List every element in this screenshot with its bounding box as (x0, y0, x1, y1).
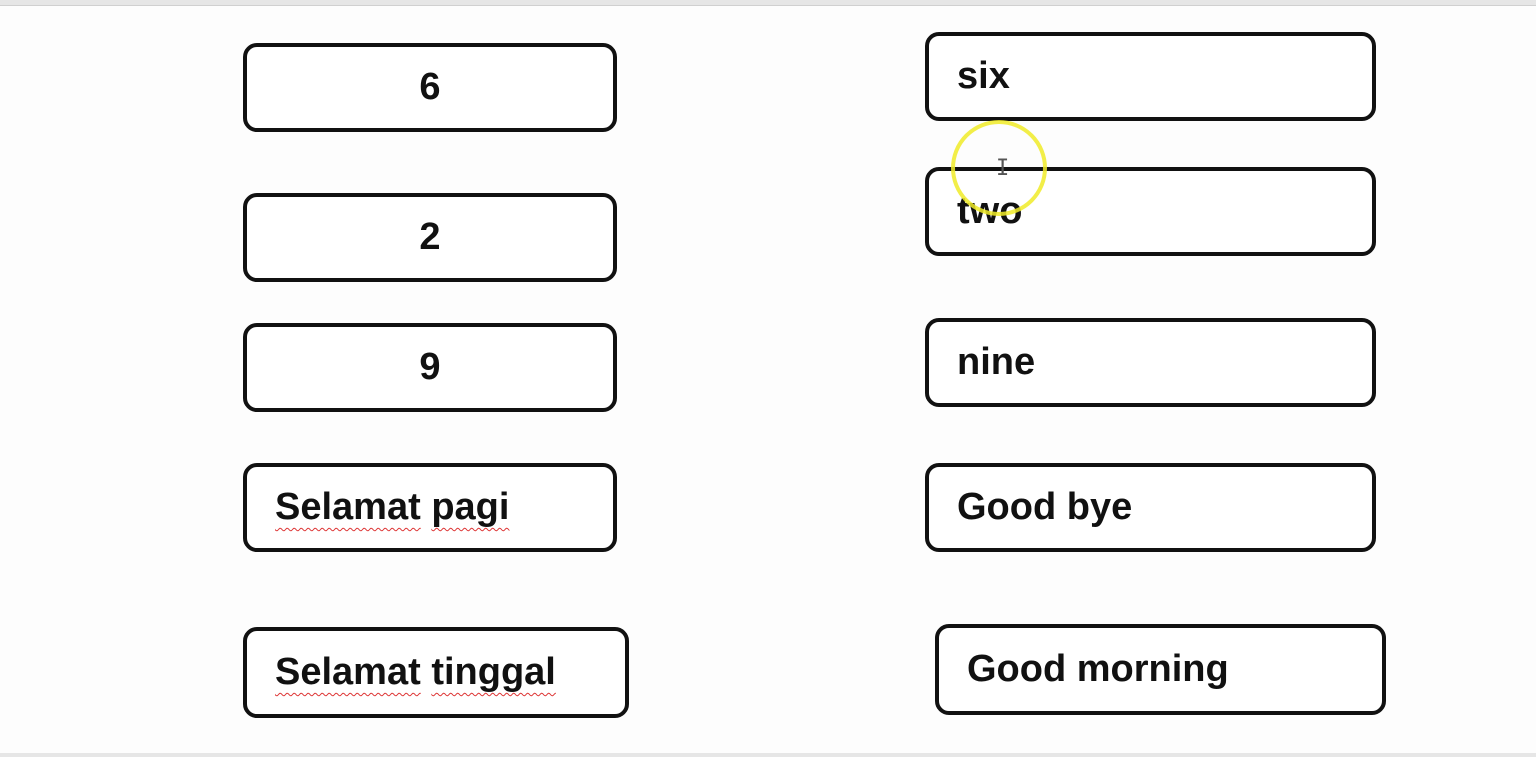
word-box-six[interactable]: six (925, 32, 1376, 121)
phrase-box-selamat-pagi[interactable]: Selamat pagi (243, 463, 617, 552)
word-box-nine[interactable]: nine (925, 318, 1376, 407)
phrase-box-selamat-tinggal[interactable]: Selamat tinggal (243, 627, 629, 718)
box-text: Good bye (957, 486, 1133, 528)
phrase-box-good-bye[interactable]: Good bye (925, 463, 1376, 552)
misspelled-word: tinggal (431, 651, 556, 693)
number-box-6[interactable]: 6 (243, 43, 617, 132)
box-text: Good morning (967, 648, 1229, 690)
box-text: six (957, 55, 1010, 97)
phrase-box-good-morning[interactable]: Good morning (935, 624, 1386, 715)
text-ibeam-cursor-icon: I (996, 156, 1010, 181)
misspelled-word: pagi (431, 486, 510, 528)
box-text: nine (957, 341, 1036, 383)
misspelled-word: Selamat (275, 486, 421, 528)
window-top-edge (0, 0, 1536, 6)
misspelled-word: Selamat (275, 651, 421, 693)
box-text: 9 (419, 346, 441, 388)
number-box-9[interactable]: 9 (243, 323, 617, 412)
box-text: 2 (419, 216, 441, 258)
box-text: 6 (419, 66, 441, 108)
window-bottom-edge (0, 753, 1536, 757)
number-box-2[interactable]: 2 (243, 193, 617, 282)
